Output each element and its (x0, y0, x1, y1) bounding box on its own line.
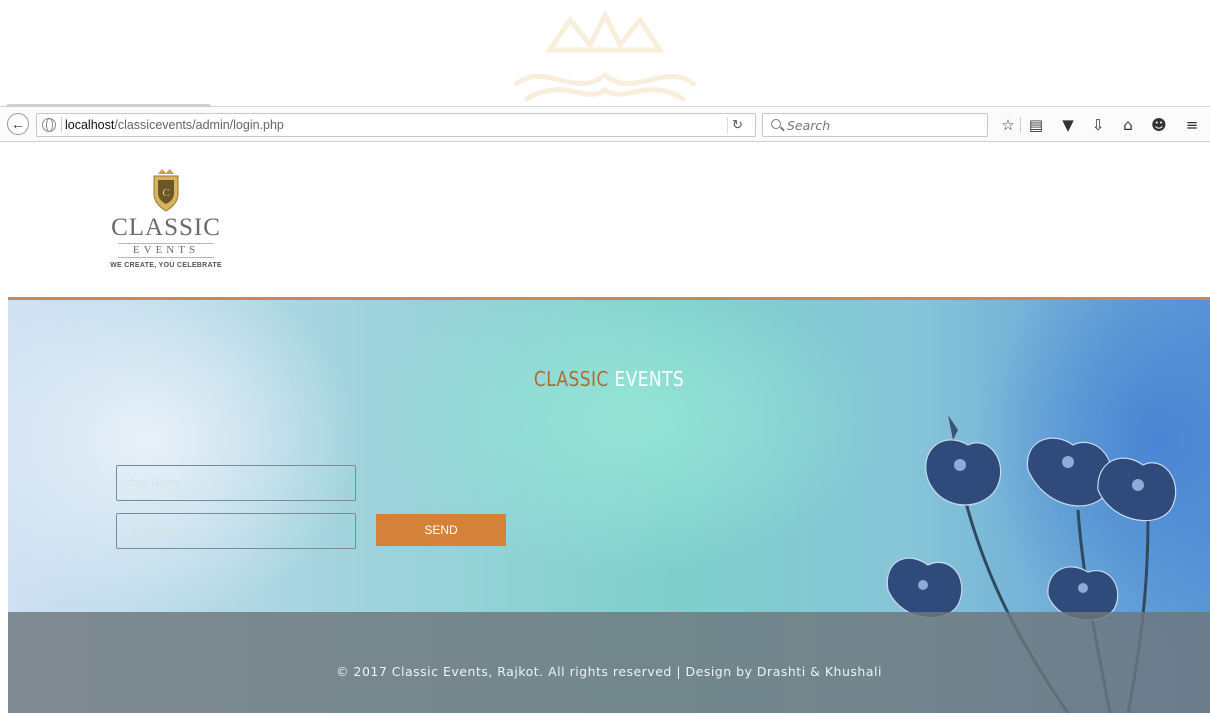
bookmark-star-icon[interactable]: ☆ (998, 115, 1018, 135)
smiley-icon[interactable]: ☻ (1149, 115, 1169, 135)
footer: © 2017 Classic Events, Rajkot. All right… (8, 612, 1210, 713)
send-button[interactable]: SEND (376, 514, 506, 546)
logo[interactable]: C CLASSIC EVENTS WE CREATE, YOU CELEBRAT… (104, 166, 228, 278)
crest-icon: C (153, 169, 179, 212)
menu-icon[interactable]: ≡ (1182, 115, 1202, 135)
reload-icon[interactable]: ↻ (727, 117, 747, 133)
url-text[interactable]: localhost/classicevents/admin/login.php (65, 118, 284, 132)
back-icon[interactable]: ← (7, 113, 29, 135)
globe-icon[interactable] (42, 118, 56, 132)
url-bar[interactable]: localhost/classicevents/admin/login.php … (36, 113, 756, 137)
svg-text:C: C (162, 187, 169, 199)
logo-subtitle: EVENTS (118, 243, 214, 258)
name-field[interactable] (116, 465, 356, 501)
logo-title: CLASSIC (111, 214, 221, 241)
reading-list-icon[interactable]: ▤ (1026, 115, 1046, 135)
url-path: /classicevents/admin/login.php (114, 118, 284, 132)
browser-toolbar: ← localhost/classicevents/admin/login.ph… (0, 104, 1210, 142)
footer-copyright: © 2017 Classic Events, Rajkot. All right… (336, 664, 882, 679)
search-placeholder: Search (787, 118, 831, 133)
tab-edge (6, 104, 211, 107)
top-watermark-area (0, 0, 1210, 106)
crown-watermark-icon (513, 9, 697, 103)
home-icon[interactable]: ⌂ (1118, 115, 1138, 135)
toolbar-separator (1020, 117, 1021, 133)
search-input[interactable]: Search (762, 113, 988, 137)
search-icon (771, 119, 781, 129)
url-host: localhost (65, 118, 115, 132)
hero-title-classic: CLASSIC (533, 367, 609, 391)
pocket-icon[interactable]: ▼ (1058, 115, 1078, 135)
site-header: C CLASSIC EVENTS WE CREATE, YOU CELEBRAT… (8, 142, 1210, 297)
logo-tagline: WE CREATE, YOU CELEBRATE (110, 262, 222, 269)
hero-title-events: EVENTS (614, 367, 685, 391)
url-separator (61, 117, 62, 133)
download-icon[interactable]: ⇩ (1088, 115, 1108, 135)
hero-title: CLASSIC EVENTS (98, 367, 1120, 391)
login-hero: CLASSIC EVENTS SEND © 2017 Classic Event… (8, 300, 1210, 713)
password-field[interactable] (116, 513, 356, 549)
